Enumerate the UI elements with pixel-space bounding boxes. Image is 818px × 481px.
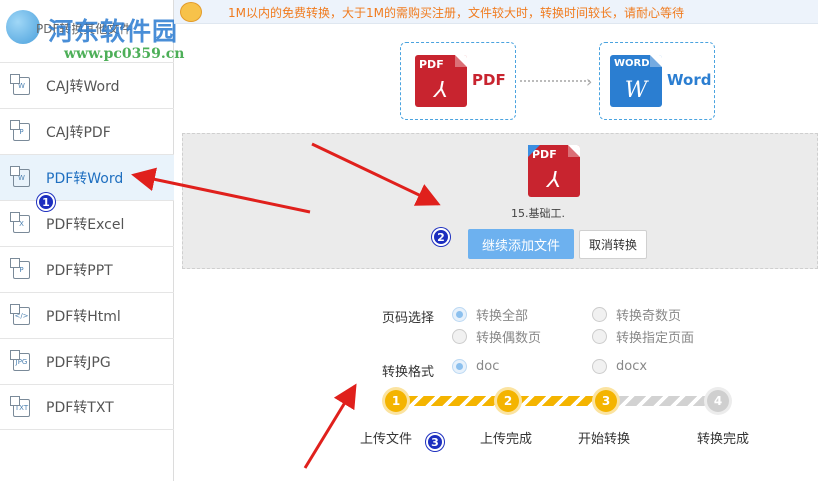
pdf-to-ppt-icon: P: [10, 258, 30, 279]
acrobat-glyph-icon: ⅄: [434, 78, 448, 103]
radio-label: 转换偶数页: [476, 331, 542, 346]
step-2-marker: 2: [497, 390, 519, 412]
source-format-label: PDF: [472, 71, 506, 89]
sidebar-item-label: CAJ转Word: [46, 78, 120, 95]
target-format-box: WORD W Word: [599, 42, 715, 120]
sidebar: PDF转换其他文件 河东软件园 www.pc0359.cn W CAJ转Word…: [0, 0, 184, 481]
step-1-marker: 1: [385, 390, 407, 412]
step-4-marker: 4: [707, 390, 729, 412]
sidebar-item-pdf-txt[interactable]: TXT PDF转TXT: [0, 384, 174, 430]
sidebar-item-label: PDF转TXT: [46, 400, 114, 416]
step-4-label: 转换完成: [697, 432, 750, 447]
caj-to-word-icon: W: [10, 74, 30, 95]
radio-dot: [592, 359, 607, 374]
watermark-url: www.pc0359.cn: [64, 46, 185, 62]
caj-to-pdf-icon: P: [10, 120, 30, 141]
radio-label: 转换指定页面: [616, 331, 695, 346]
sidebar-item-label: PDF转PPT: [46, 262, 113, 279]
sidebar-item-caj-word[interactable]: W CAJ转Word: [0, 62, 174, 108]
radio-dot: [452, 307, 467, 322]
radio-label: 转换全部: [476, 309, 529, 324]
pdf-to-txt-icon: TXT: [10, 396, 30, 417]
cancel-conversion-button[interactable]: 取消转换: [579, 230, 647, 259]
step-2-label: 上传完成: [480, 432, 533, 447]
watermark-brand: 河东软件园: [48, 17, 179, 46]
radio-format-doc[interactable]: doc: [452, 359, 499, 374]
radio-format-docx[interactable]: docx: [592, 359, 647, 374]
sidebar-item-label: CAJ转PDF: [46, 124, 111, 141]
acrobat-glyph-icon: ⅄: [547, 168, 561, 193]
radio-label: 转换奇数页: [616, 309, 682, 324]
annotation-marker-1: 1: [37, 193, 55, 211]
mascot-icon: [180, 2, 202, 22]
sidebar-item-pdf-ppt[interactable]: P PDF转PPT: [0, 246, 174, 292]
sidebar-item-label: PDF转Html: [46, 308, 121, 325]
chevron-right-icon: ›: [586, 72, 593, 91]
format-label: 转换格式: [382, 365, 435, 380]
uploaded-file-name: 15.基础工.: [511, 207, 565, 220]
word-file-icon: WORD W: [610, 55, 662, 107]
sidebar-item-pdf-jpg[interactable]: JPG PDF转JPG: [0, 338, 174, 384]
add-file-button[interactable]: 继续添加文件: [468, 229, 574, 259]
word-icon-text: WORD: [614, 58, 650, 69]
pdf-to-word-icon: W: [10, 166, 30, 187]
page-selection-label: 页码选择: [382, 311, 435, 326]
radio-label: docx: [616, 359, 648, 374]
sidebar-item-caj-pdf[interactable]: P CAJ转PDF: [0, 108, 174, 154]
sidebar-list: W CAJ转Word P CAJ转PDF W PDF转Word X PDF转Ex…: [0, 62, 174, 430]
sidebar-item-pdf-word[interactable]: W PDF转Word: [0, 154, 174, 200]
sidebar-item-pdf-excel[interactable]: X PDF转Excel: [0, 200, 174, 246]
target-format-label: Word: [667, 71, 712, 89]
sidebar-header: PDF转换其他文件 河东软件园 www.pc0359.cn: [0, 0, 184, 62]
radio-dot: [452, 359, 467, 374]
radio-dot: [452, 329, 467, 344]
sidebar-item-label: PDF转JPG: [46, 354, 111, 371]
sidebar-item-label: PDF转Word: [46, 170, 124, 187]
file-drop-area[interactable]: PDF ⅄ 15.基础工. 继续添加文件 取消转换: [182, 133, 818, 269]
step-3-marker: 3: [595, 390, 617, 412]
pdf-file-icon: PDF ⅄: [415, 55, 467, 107]
step-1-label: 上传文件: [360, 432, 413, 447]
radio-convert-even[interactable]: 转换偶数页: [452, 327, 541, 346]
selected-check-icon: [528, 145, 540, 157]
pdf-to-html-icon: </>: [10, 304, 30, 325]
source-format-box: PDF ⅄ PDF: [400, 42, 516, 120]
radio-convert-all[interactable]: 转换全部: [452, 305, 528, 324]
flow-arrow: [520, 80, 590, 82]
radio-convert-odd[interactable]: 转换奇数页: [592, 305, 681, 324]
word-glyph-icon: W: [624, 78, 648, 103]
step-3-label: 开始转换: [578, 432, 631, 447]
annotation-marker-3: 3: [426, 433, 444, 451]
annotation-marker-2: 2: [432, 228, 450, 246]
pdf-icon-text: PDF: [419, 58, 444, 71]
pdf-to-excel-icon: X: [10, 212, 30, 233]
radio-convert-specified[interactable]: 转换指定页面: [592, 327, 694, 346]
watermark-logo-icon: [6, 10, 40, 44]
app-window: PDF转换其他文件 河东软件园 www.pc0359.cn W CAJ转Word…: [0, 0, 818, 481]
notice-text: 1M以内的免费转换，大于1M的需购买注册，文件较大时，转换时间较长，请耐心等待: [228, 6, 684, 20]
progress-segment-2: [518, 396, 598, 406]
radio-dot: [592, 307, 607, 322]
progress-segment-1: [407, 396, 497, 406]
sidebar-item-pdf-html[interactable]: </> PDF转Html: [0, 292, 174, 338]
progress-segment-3: [618, 396, 708, 406]
radio-label: doc: [476, 359, 500, 374]
pdf-to-jpg-icon: JPG: [10, 350, 30, 371]
sidebar-item-label: PDF转Excel: [46, 216, 125, 233]
radio-dot: [592, 329, 607, 344]
annotation-arrow-to-format: [303, 383, 357, 469]
notice-bar: 1M以内的免费转换，大于1M的需购买注册，文件较大时，转换时间较长，请耐心等待: [174, 0, 818, 24]
